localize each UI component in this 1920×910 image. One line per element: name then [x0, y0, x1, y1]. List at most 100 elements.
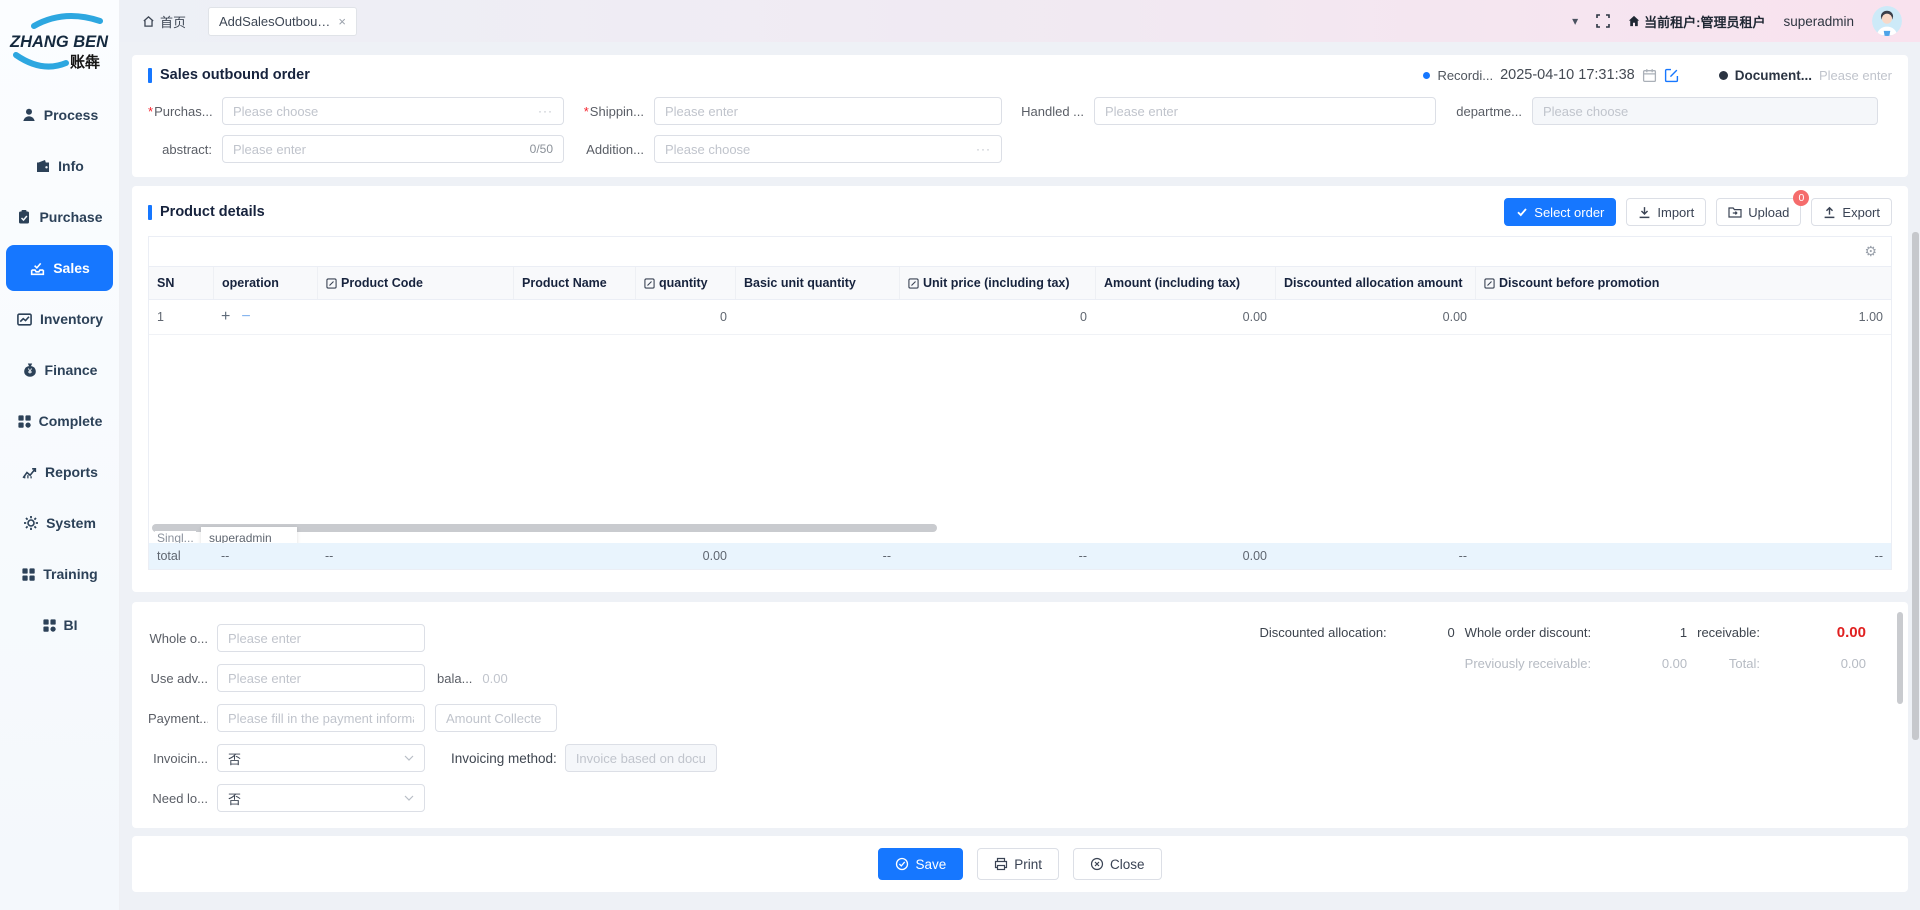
app-logo[interactable]: ZHANG BEN 账犇 — [0, 0, 119, 84]
sidebar-item-info[interactable]: Info — [6, 143, 113, 189]
abstract-input[interactable]: Please enter 0/50 — [222, 135, 564, 163]
print-button[interactable]: Print — [977, 848, 1059, 880]
document-number-input[interactable]: Please enter — [1819, 68, 1892, 83]
shipping-label: *Shippin... — [564, 104, 654, 119]
col-header-discounted-allocation[interactable]: Discounted allocation amount — [1275, 267, 1475, 299]
add-row-icon[interactable]: + — [221, 308, 230, 326]
cell-quantity[interactable]: 0 — [635, 302, 735, 332]
chevron-down-icon[interactable]: ▾ — [1572, 14, 1578, 28]
tab-home[interactable]: 首页 — [142, 12, 186, 31]
calendar-icon[interactable] — [1642, 68, 1657, 83]
remove-row-icon[interactable]: − — [241, 308, 250, 326]
upload-button[interactable]: Upload — [1716, 198, 1801, 226]
handled-by-input[interactable]: Please enter — [1094, 97, 1436, 125]
sidebar-item-finance[interactable]: ¥ Finance — [6, 347, 113, 393]
department-input[interactable]: Please choose — [1532, 97, 1878, 125]
handled-by-label: Handled ... — [1002, 104, 1094, 119]
sidebar-item-label: Process — [44, 107, 98, 123]
col-header-unit-price[interactable]: Unit price (including tax) — [899, 267, 1095, 299]
invoicing-select[interactable]: 否 — [217, 744, 425, 772]
check-icon — [1516, 206, 1528, 218]
import-button[interactable]: Import — [1626, 198, 1706, 226]
col-header-quantity[interactable]: quantity — [635, 267, 735, 299]
cell-sn: 1 — [149, 302, 213, 332]
card-vertical-scrollbar[interactable] — [1897, 612, 1903, 704]
balance-value: 0.00 — [482, 671, 507, 686]
printer-icon — [994, 857, 1008, 871]
sidebar-item-purchase[interactable]: Purchase — [6, 194, 113, 240]
sidebar: ZHANG BEN 账犇 Process Info Purchase Sales… — [0, 0, 120, 910]
col-header-sn[interactable]: SN — [149, 267, 213, 299]
close-icon[interactable]: × — [338, 14, 346, 29]
grid-icon — [21, 567, 36, 582]
whole-order-input[interactable]: Please enter — [217, 624, 425, 652]
total-amount: 0.00 — [1095, 544, 1275, 568]
abstract-label: abstract: — [148, 142, 222, 157]
sidebar-item-label: Info — [58, 158, 84, 174]
sidebar-item-training[interactable]: Training — [6, 551, 113, 597]
logo-graphic: ZHANG BEN 账犇 — [8, 11, 112, 73]
sidebar-item-label: Purchase — [39, 209, 102, 225]
page-vertical-scrollbar[interactable] — [1912, 232, 1919, 740]
sidebar-item-bi[interactable]: BI — [6, 602, 113, 648]
recording-time-value[interactable]: 2025-04-10 17:31:38 — [1500, 67, 1635, 83]
col-header-discount-before-promotion[interactable]: Discount before promotion — [1475, 267, 1891, 299]
cell-amount: 0.00 — [1095, 302, 1275, 332]
shipping-input[interactable]: Please enter — [654, 97, 1002, 125]
whole-order-discount-label: Whole order discount: — [1465, 625, 1591, 640]
cell-unit-price[interactable]: 0 — [899, 302, 1095, 332]
sidebar-item-system[interactable]: System — [6, 500, 113, 546]
additional-input[interactable]: Please choose ··· — [654, 135, 1002, 163]
chart-box-icon — [16, 311, 33, 328]
table-settings-gear-icon[interactable]: ⚙ — [1864, 243, 1877, 260]
upload-arrow-icon — [1823, 206, 1836, 219]
fullscreen-icon[interactable] — [1596, 14, 1610, 28]
wallet-icon — [35, 158, 51, 174]
cell-product-code[interactable] — [317, 309, 513, 325]
payment-info-input[interactable]: Please fill in the payment information — [217, 704, 425, 732]
col-header-product-code[interactable]: Product Code — [317, 267, 513, 299]
grid-icon — [42, 618, 57, 633]
section-accent-bar — [148, 68, 152, 83]
col-header-amount[interactable]: Amount (including tax) — [1095, 267, 1275, 299]
table-header-row: SN operation Product Code Product Name q… — [149, 267, 1891, 300]
sidebar-item-inventory[interactable]: Inventory — [6, 296, 113, 342]
select-order-button[interactable]: Select order — [1504, 198, 1616, 226]
total-product-name — [513, 551, 635, 561]
chevron-down-icon — [404, 755, 414, 761]
section-title-product-details: Product details — [148, 204, 265, 220]
sidebar-item-process[interactable]: Process — [6, 92, 113, 138]
cell-discount-before-promotion[interactable]: 1.00 — [1475, 302, 1891, 332]
col-header-product-name[interactable]: Product Name — [513, 267, 635, 299]
tenant-info[interactable]: 当前租户:管理员租户 — [1628, 12, 1765, 31]
main-content: Sales outbound order Recordi... 2025-04-… — [120, 42, 1920, 910]
product-details-card: Product details Select order Import Uplo… — [132, 186, 1908, 592]
more-icon[interactable]: ··· — [538, 104, 553, 118]
cell-operation: + − — [213, 300, 317, 334]
sidebar-item-reports[interactable]: Reports — [6, 449, 113, 495]
sidebar-item-complete[interactable]: Complete — [6, 398, 113, 444]
sidebar-item-label: BI — [64, 617, 78, 633]
use-advance-input[interactable]: Please enter — [217, 664, 425, 692]
save-button[interactable]: Save — [878, 848, 963, 880]
sidebar-item-sales[interactable]: Sales — [6, 245, 113, 291]
username[interactable]: superadmin — [1783, 14, 1854, 29]
product-table: ⚙ SN operation Product Code Product Name… — [148, 236, 1892, 570]
amount-collected-input[interactable]: Amount Collecte — [435, 704, 557, 732]
purchase-order-input[interactable]: Please choose ··· — [222, 97, 564, 125]
export-button[interactable]: Export — [1811, 198, 1892, 226]
need-logistics-select[interactable]: 否 — [217, 784, 425, 812]
previously-receivable-value: 0.00 — [1601, 656, 1687, 671]
department-label: departme... — [1436, 104, 1532, 119]
col-header-operation[interactable]: operation — [213, 267, 317, 299]
close-circle-icon — [1090, 857, 1104, 871]
col-header-basic-unit-quantity[interactable]: Basic unit quantity — [735, 267, 899, 299]
more-icon[interactable]: ··· — [976, 142, 991, 156]
invoicing-method-input[interactable]: Invoice based on docume — [565, 744, 717, 772]
tab-add-sales-outbound[interactable]: AddSalesOutbou… × — [208, 7, 357, 36]
section-title-sales-outbound: Sales outbound order — [148, 67, 310, 83]
edit-icon[interactable] — [1664, 68, 1679, 83]
cell-discounted-allocation: 0.00 — [1275, 302, 1475, 332]
avatar[interactable] — [1872, 6, 1902, 36]
close-button[interactable]: Close — [1073, 848, 1162, 880]
